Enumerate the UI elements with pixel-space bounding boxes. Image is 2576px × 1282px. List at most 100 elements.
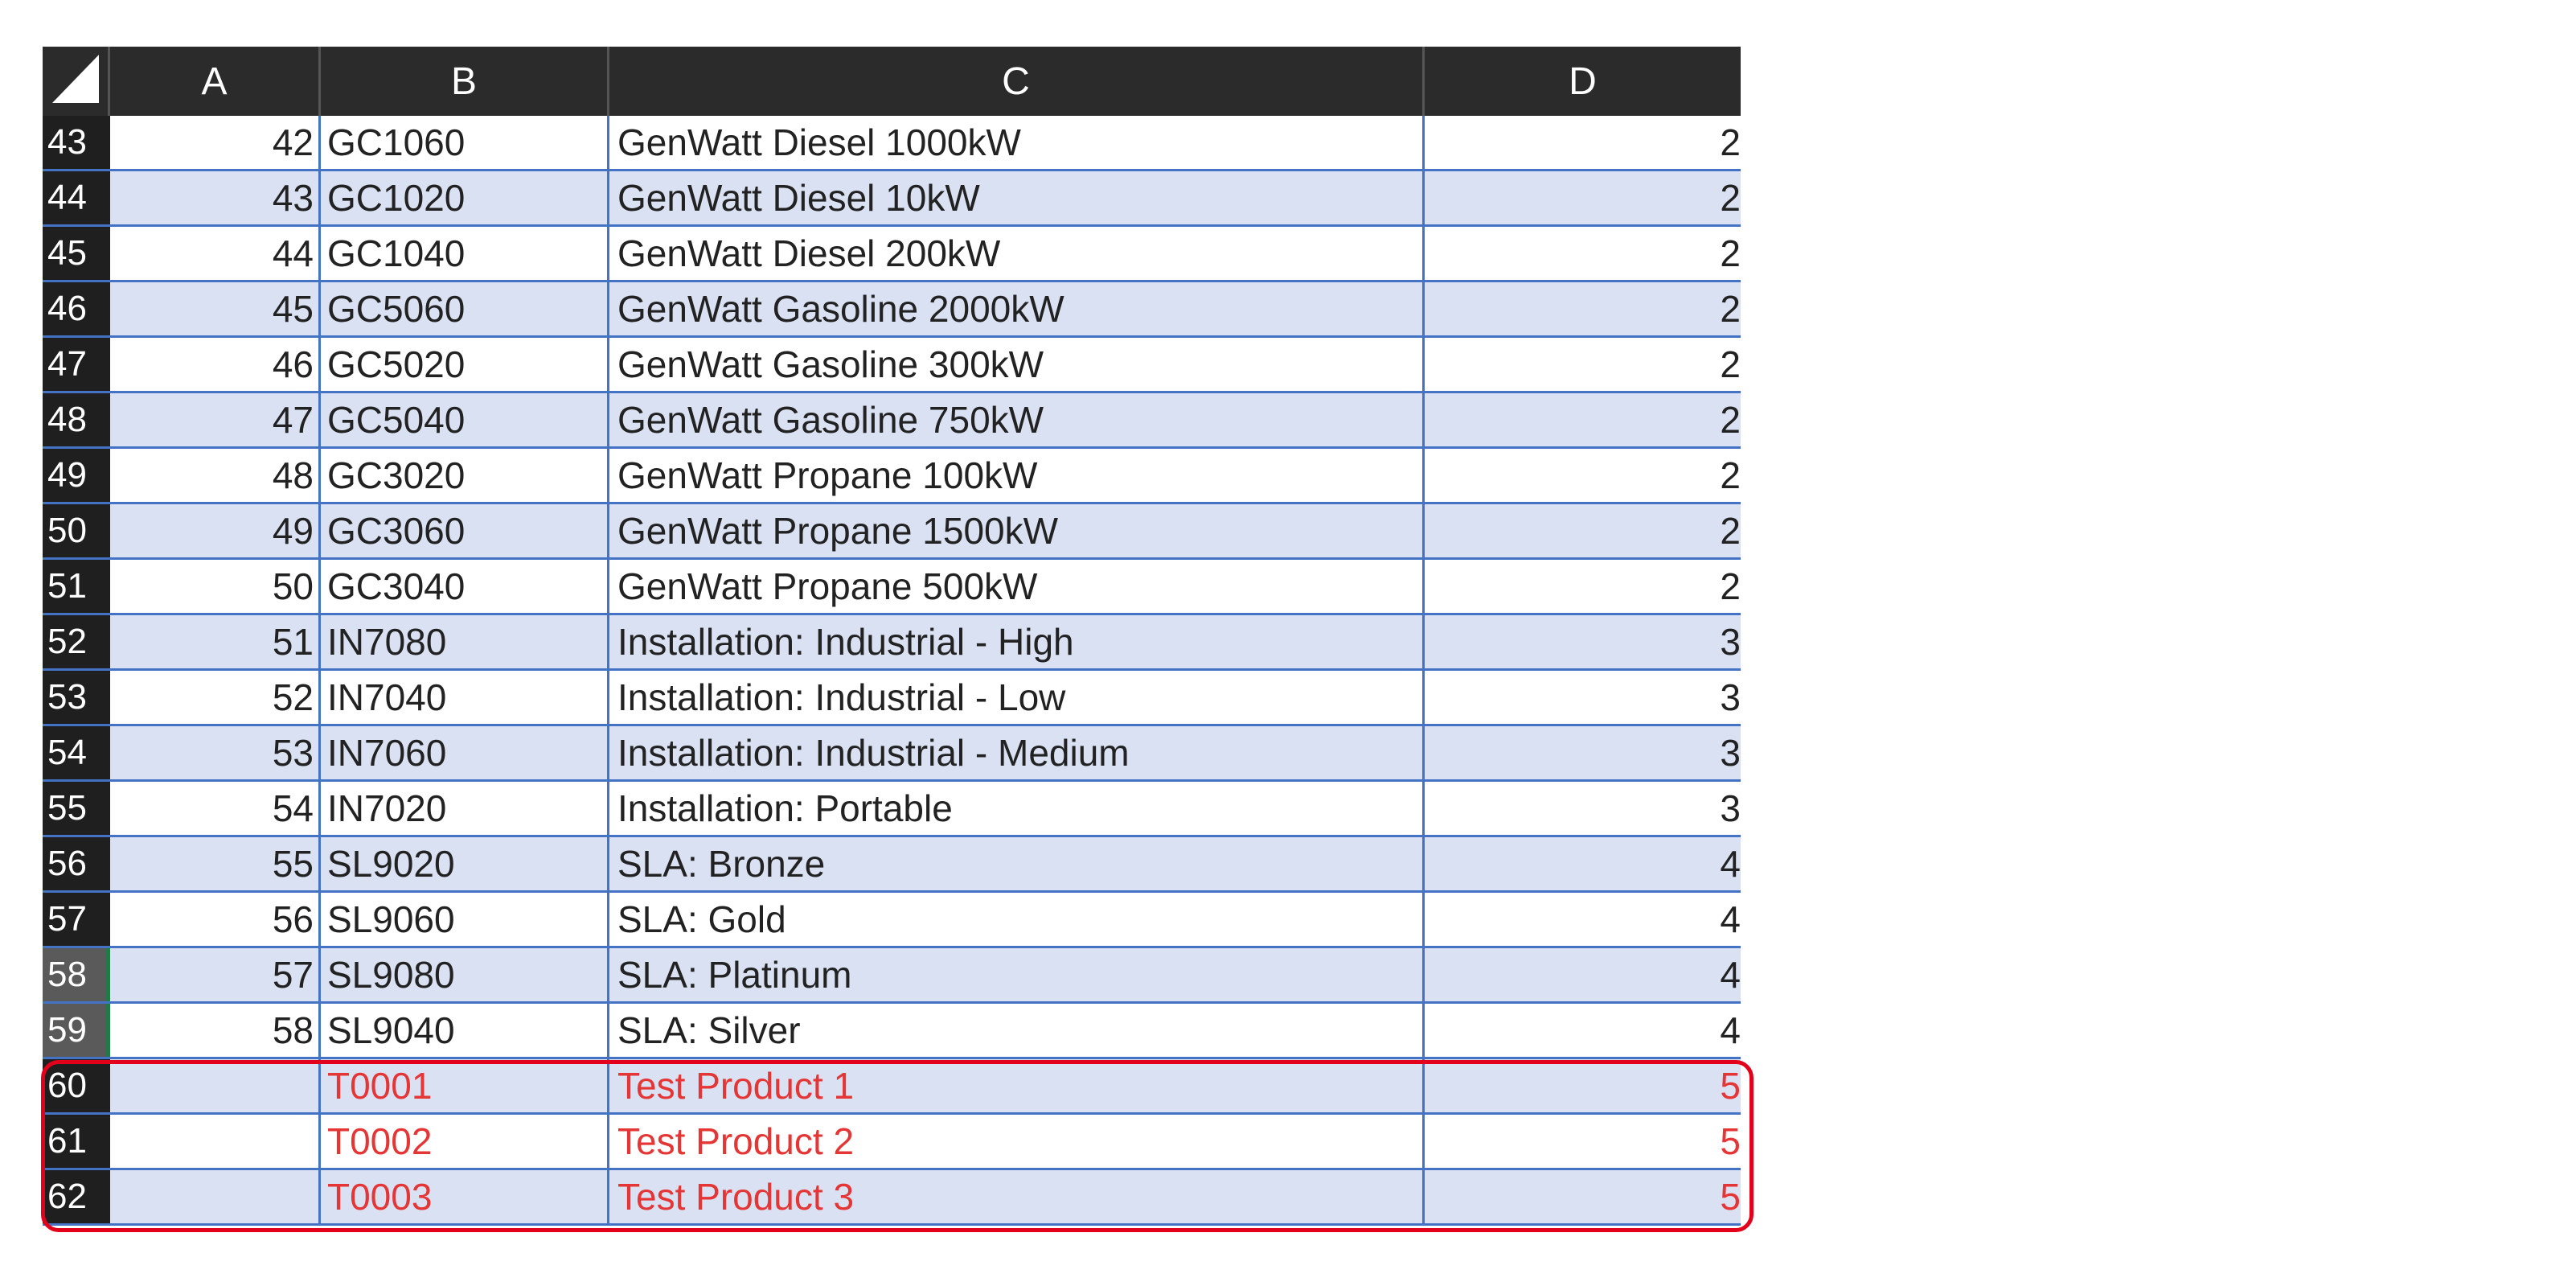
cell-c[interactable]: SLA: Silver: [609, 1004, 1425, 1057]
cell-b[interactable]: GC1040: [321, 227, 609, 280]
cell-a[interactable]: 54: [110, 782, 321, 835]
row-number[interactable]: 46: [43, 282, 110, 335]
row-number[interactable]: 43: [43, 116, 110, 169]
cell-d[interactable]: 4: [1425, 948, 1741, 1001]
cell-c[interactable]: GenWatt Diesel 200kW: [609, 227, 1425, 280]
cell-a[interactable]: 51: [110, 615, 321, 668]
cell-c[interactable]: GenWatt Propane 100kW: [609, 449, 1425, 502]
row-number[interactable]: 58: [43, 948, 110, 1001]
cell-d[interactable]: 3: [1425, 782, 1741, 835]
cell-a[interactable]: 48: [110, 449, 321, 502]
cell-a[interactable]: 50: [110, 560, 321, 613]
cell-a[interactable]: 45: [110, 282, 321, 335]
cell-a[interactable]: 53: [110, 726, 321, 779]
row-number[interactable]: 55: [43, 782, 110, 835]
cell-a[interactable]: 43: [110, 171, 321, 224]
cell-a[interactable]: 44: [110, 227, 321, 280]
column-header-d[interactable]: D: [1425, 47, 1741, 116]
cell-b[interactable]: SL9080: [321, 948, 609, 1001]
cell-c[interactable]: GenWatt Gasoline 300kW: [609, 338, 1425, 391]
row-number[interactable]: 49: [43, 449, 110, 502]
cell-d[interactable]: 2: [1425, 282, 1741, 335]
cell-c[interactable]: GenWatt Gasoline 750kW: [609, 393, 1425, 446]
cell-d[interactable]: 3: [1425, 671, 1741, 724]
spreadsheet-grid: A B C D 43 42 GC1060 GenWatt Diesel 1000kW 2…: [43, 47, 1741, 1226]
row-number[interactable]: 54: [43, 726, 110, 779]
cell-c[interactable]: SLA: Gold: [609, 893, 1425, 946]
cell-d[interactable]: 4: [1425, 837, 1741, 890]
cell-c[interactable]: SLA: Bronze: [609, 837, 1425, 890]
table-row: 44 43 GC1020 GenWatt Diesel 10kW 2: [43, 171, 1741, 227]
table-row: 59 58 SL9040 SLA: Silver 4: [43, 1004, 1741, 1059]
cell-d[interactable]: 2: [1425, 393, 1741, 446]
table-row: 52 51 IN7080 Installation: Industrial - Hig…: [43, 615, 1741, 671]
table-row: 58 57 SL9080 SLA: Platinum 4: [43, 948, 1741, 1004]
cell-d[interactable]: 3: [1425, 726, 1741, 779]
row-number[interactable]: 53: [43, 671, 110, 724]
row-number[interactable]: 57: [43, 893, 110, 946]
cell-c[interactable]: GenWatt Diesel 1000kW: [609, 116, 1425, 169]
row-number[interactable]: 47: [43, 338, 110, 391]
cell-b[interactable]: SL9060: [321, 893, 609, 946]
cell-b[interactable]: GC5060: [321, 282, 609, 335]
row-number[interactable]: 44: [43, 171, 110, 224]
cell-a[interactable]: 52: [110, 671, 321, 724]
cell-d[interactable]: 2: [1425, 338, 1741, 391]
cell-c[interactable]: GenWatt Propane 500kW: [609, 560, 1425, 613]
cell-d[interactable]: 2: [1425, 227, 1741, 280]
cell-d[interactable]: 2: [1425, 449, 1741, 502]
row-number[interactable]: 56: [43, 837, 110, 890]
cell-b[interactable]: GC5040: [321, 393, 609, 446]
cell-c[interactable]: Installation: Industrial - High: [609, 615, 1425, 668]
cell-a[interactable]: 56: [110, 893, 321, 946]
cell-a[interactable]: 58: [110, 1004, 321, 1057]
row-number[interactable]: 52: [43, 615, 110, 668]
cell-c[interactable]: GenWatt Gasoline 2000kW: [609, 282, 1425, 335]
column-header-a[interactable]: A: [110, 47, 321, 116]
cell-b[interactable]: SL9040: [321, 1004, 609, 1057]
cell-b[interactable]: IN7060: [321, 726, 609, 779]
cell-b[interactable]: GC3040: [321, 560, 609, 613]
column-header-b[interactable]: B: [321, 47, 609, 116]
cell-a[interactable]: 49: [110, 504, 321, 557]
row-number[interactable]: 59: [43, 1004, 110, 1057]
cell-d[interactable]: 2: [1425, 560, 1741, 613]
cell-b[interactable]: GC3020: [321, 449, 609, 502]
select-all-corner[interactable]: [43, 47, 110, 116]
cell-b[interactable]: IN7020: [321, 782, 609, 835]
row-number[interactable]: 48: [43, 393, 110, 446]
cell-b[interactable]: GC5020: [321, 338, 609, 391]
cell-c[interactable]: GenWatt Diesel 10kW: [609, 171, 1425, 224]
cell-d[interactable]: 4: [1425, 1004, 1741, 1057]
cell-d[interactable]: 2: [1425, 171, 1741, 224]
cell-a[interactable]: 55: [110, 837, 321, 890]
table-row: 55 54 IN7020 Installation: Portable 3: [43, 782, 1741, 837]
cell-c[interactable]: Installation: Portable: [609, 782, 1425, 835]
cell-a[interactable]: 47: [110, 393, 321, 446]
cell-b[interactable]: GC1020: [321, 171, 609, 224]
select-all-icon: [52, 55, 99, 103]
row-number[interactable]: 45: [43, 227, 110, 280]
row-number[interactable]: 51: [43, 560, 110, 613]
cell-a[interactable]: 42: [110, 116, 321, 169]
table-row: 54 53 IN7060 Installation: Industrial - Med…: [43, 726, 1741, 782]
cell-b[interactable]: IN7080: [321, 615, 609, 668]
cell-c[interactable]: Installation: Industrial - Medium: [609, 726, 1425, 779]
cell-d[interactable]: 4: [1425, 893, 1741, 946]
cell-d[interactable]: 2: [1425, 116, 1741, 169]
cell-b[interactable]: GC1060: [321, 116, 609, 169]
cell-c[interactable]: GenWatt Propane 1500kW: [609, 504, 1425, 557]
cell-b[interactable]: IN7040: [321, 671, 609, 724]
column-header-c[interactable]: C: [609, 47, 1425, 116]
cell-a[interactable]: 46: [110, 338, 321, 391]
table-row: 47 46 GC5020 GenWatt Gasoline 300kW 2: [43, 338, 1741, 393]
cell-b[interactable]: SL9020: [321, 837, 609, 890]
cell-b[interactable]: GC3060: [321, 504, 609, 557]
cell-a[interactable]: 57: [110, 948, 321, 1001]
cell-d[interactable]: 2: [1425, 504, 1741, 557]
cell-c[interactable]: SLA: Platinum: [609, 948, 1425, 1001]
cell-d[interactable]: 3: [1425, 615, 1741, 668]
table-row: 57 56 SL9060 SLA: Gold 4: [43, 893, 1741, 948]
row-number[interactable]: 50: [43, 504, 110, 557]
cell-c[interactable]: Installation: Industrial - Low: [609, 671, 1425, 724]
